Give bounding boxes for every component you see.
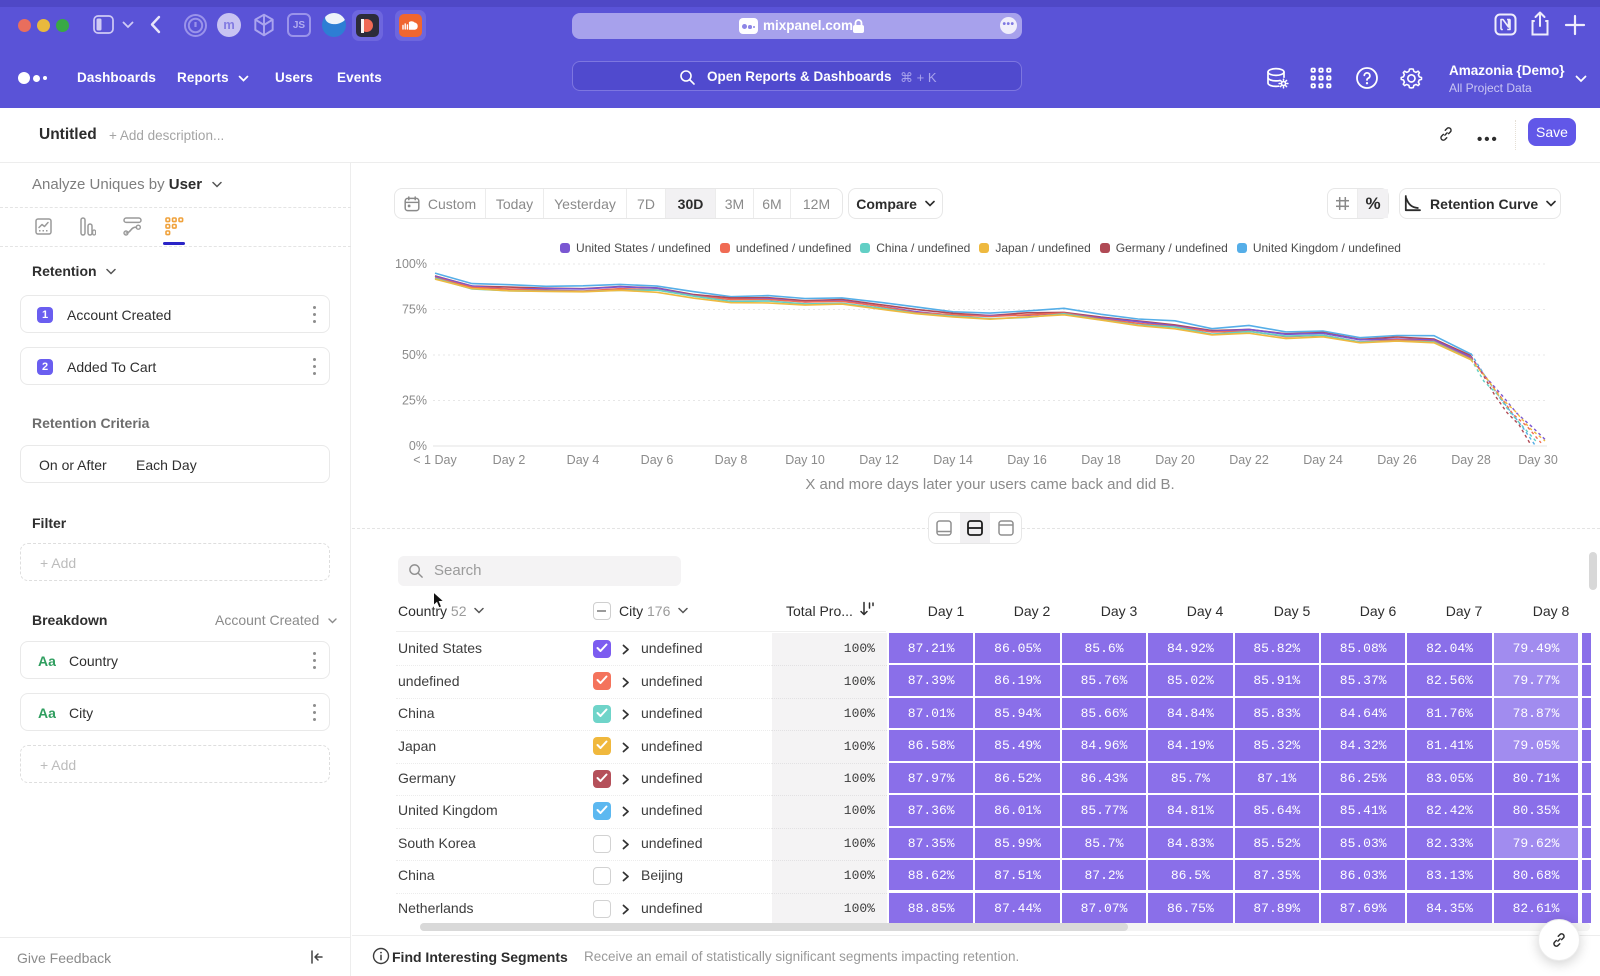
svg-text:50%: 50%: [402, 348, 427, 362]
svg-text:Day 8: Day 8: [715, 453, 748, 467]
svg-text:Day 16: Day 16: [1007, 453, 1047, 467]
svg-text:Day 2: Day 2: [493, 453, 526, 467]
svg-text:100%: 100%: [395, 257, 427, 271]
svg-text:Day 20: Day 20: [1155, 453, 1195, 467]
svg-text:< 1 Day: < 1 Day: [413, 453, 457, 467]
svg-text:Day 10: Day 10: [785, 453, 825, 467]
svg-text:Day 6: Day 6: [641, 453, 674, 467]
svg-text:0%: 0%: [409, 439, 427, 453]
svg-text:Day 26: Day 26: [1377, 453, 1417, 467]
svg-text:X and more days later your use: X and more days later your users came ba…: [805, 476, 1174, 493]
svg-text:75%: 75%: [402, 303, 427, 317]
svg-text:Day 28: Day 28: [1451, 453, 1491, 467]
svg-text:25%: 25%: [402, 394, 427, 408]
svg-text:Day 14: Day 14: [933, 453, 973, 467]
svg-text:Day 4: Day 4: [567, 453, 600, 467]
svg-text:Day 18: Day 18: [1081, 453, 1121, 467]
svg-text:Day 30: Day 30: [1518, 453, 1558, 467]
svg-text:Day 24: Day 24: [1303, 453, 1343, 467]
svg-text:Day 12: Day 12: [859, 453, 899, 467]
svg-text:Day 22: Day 22: [1229, 453, 1269, 467]
